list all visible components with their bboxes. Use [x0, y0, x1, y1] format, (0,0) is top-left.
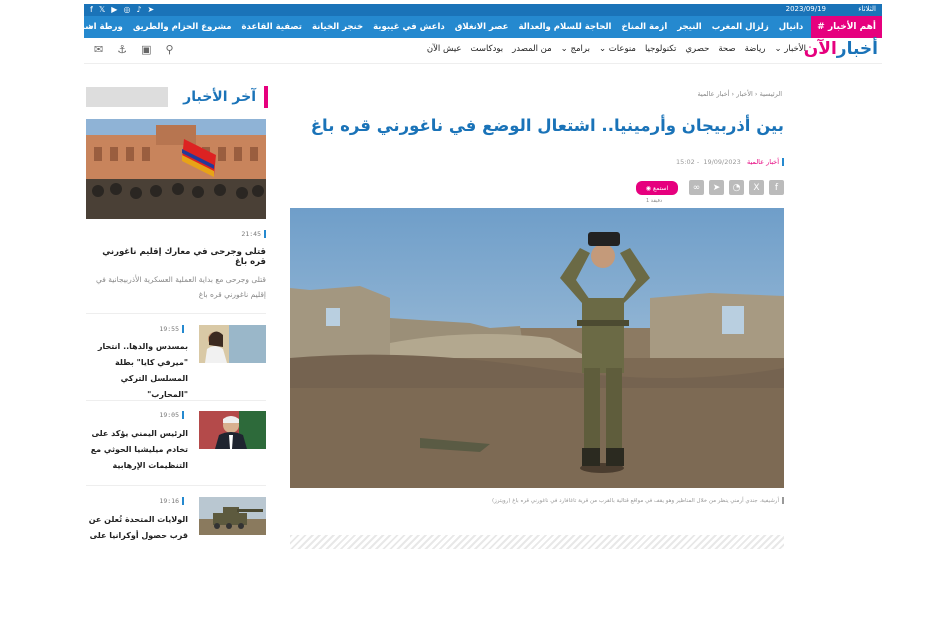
nav-item-podcast[interactable]: بودكاست [470, 44, 503, 54]
breadcrumb-world[interactable]: أخبار عالمية [697, 90, 729, 98]
top-bar: f 𝕏 ▶ ◎ ♪ ➤ 2023/09/19 الثلاثاء [84, 4, 882, 16]
news-item-time: 19:05 [130, 411, 184, 419]
breadcrumb-news[interactable]: الأخبار [736, 90, 753, 98]
main-nav: أخبارالآن الأخبار ⌄ رياضة صحة حصري تكنول… [84, 38, 882, 64]
listen-duration: 1 دقيقة [646, 198, 663, 204]
article-category[interactable]: أخبار عالمية [747, 158, 779, 166]
sidebar-ad-placeholder [86, 87, 168, 107]
whatsapp-share-icon[interactable]: ◔ [729, 180, 744, 195]
article-title: بين أذربيجان وأرمينيا.. اشتعال الوضع في … [310, 116, 784, 135]
trending-item[interactable]: خنجر الخيانة [312, 22, 363, 32]
featured-news-time: 21:45 [200, 230, 266, 238]
article-meta: أخبار عالمية 19/09/2023 - 15:02 [560, 158, 784, 166]
news-item-thumbnail[interactable] [199, 411, 266, 449]
divider [86, 485, 266, 486]
nav-item-tech[interactable]: تكنولوجيا [645, 44, 676, 54]
trending-bar: أهم الأخبار # دانيال زلزال المغرب النيجر… [84, 16, 882, 38]
nav-item-programs[interactable]: برامج ⌄ [561, 44, 590, 54]
trending-item[interactable]: النيجر [677, 22, 701, 32]
x-share-icon[interactable]: X [749, 180, 764, 195]
breadcrumb-separator: ‹ [754, 90, 758, 98]
trending-item[interactable]: أزمة المناخ [621, 22, 667, 32]
nav-item-misc[interactable]: منوعات ⌄ [599, 44, 636, 54]
nav-item-exclusive[interactable]: حصري [685, 44, 709, 54]
news-item-title[interactable]: الرئيس اليمني يؤكد على تخادم ميليشيا الح… [86, 426, 188, 474]
video-icon[interactable]: ▣ [141, 43, 151, 56]
news-item-thumbnail[interactable] [199, 325, 266, 363]
microphone-icon[interactable]: ⚓ [117, 43, 127, 56]
speaker-icon: ◉ [645, 184, 652, 192]
news-item-title[interactable]: الولايات المتحدة تُعلن عن قرب حصول أوكرا… [86, 512, 188, 544]
news-item-time: 19:55 [130, 325, 184, 333]
site-logo[interactable]: أخبارالآن [804, 39, 878, 59]
featured-news-excerpt: قتلى وجرحى مع بداية العملية العسكرية الأ… [96, 275, 266, 299]
copy-link-icon[interactable]: ∞ [689, 180, 704, 195]
nav-item-news[interactable]: الأخبار ⌄ [774, 44, 806, 54]
trending-item[interactable]: تصفية القاعدة [242, 22, 302, 32]
trending-item[interactable]: مشروع الحزام والطريق [133, 22, 232, 32]
facebook-icon[interactable]: f [90, 4, 93, 16]
mail-icon[interactable]: ✉ [94, 43, 103, 56]
nav-item-live-now[interactable]: عيش الآن [427, 44, 462, 54]
trending-item[interactable]: دانيال [779, 22, 804, 32]
news-item-time: 19:16 [130, 497, 184, 505]
sidebar-heading: آخر الأخبار [168, 86, 268, 108]
nav-icons: ✉ ⚓ ▣ ⚲ [94, 43, 174, 56]
facebook-share-icon[interactable]: f [769, 180, 784, 195]
news-item-thumbnail[interactable] [199, 497, 266, 535]
listen-button[interactable]: ◉ استمع [636, 181, 678, 195]
featured-news-title[interactable]: قتلى وجرحى في معارك إقليم ناغورني قره با… [86, 247, 266, 267]
trending-item[interactable]: زلزال المغرب [712, 22, 769, 32]
breadcrumb-home[interactable]: الرئيسية [760, 90, 782, 98]
nav-item-health[interactable]: صحة [718, 44, 735, 54]
article-date: 19/09/2023 [703, 158, 741, 166]
article-photo [290, 208, 784, 488]
trending-items: دانيال زلزال المغرب النيجر أزمة المناخ ا… [84, 22, 811, 32]
telegram-share-icon[interactable]: ➤ [709, 180, 724, 195]
nav-item-sports[interactable]: رياضة [745, 44, 766, 54]
instagram-icon[interactable]: ◎ [123, 4, 130, 16]
divider [86, 400, 266, 401]
ad-placeholder [290, 535, 784, 549]
divider [86, 313, 266, 314]
news-item-title[interactable]: بمسدس والدها.. انتحار "ميرفي كايا" بطلة … [86, 339, 188, 403]
tiktok-icon[interactable]: ♪ [136, 4, 141, 16]
trending-item[interactable]: عصر الانغلاق [455, 22, 509, 32]
ticker-next-icon[interactable]: ‹ [88, 20, 92, 33]
telegram-icon[interactable]: ➤ [148, 4, 155, 16]
trending-item[interactable]: داعش في غيبوبة [373, 22, 445, 32]
featured-news-image[interactable] [86, 119, 266, 219]
trending-item[interactable]: الحاجة للسلام والعدالة [518, 22, 611, 32]
current-day: الثلاثاء [858, 5, 876, 13]
current-date: 2023/09/19 [785, 5, 826, 13]
youtube-icon[interactable]: ▶ [111, 4, 117, 16]
search-icon[interactable]: ⚲ [166, 43, 174, 56]
social-links: f 𝕏 ▶ ◎ ♪ ➤ [90, 4, 154, 16]
breadcrumb: الرئيسية ‹ الأخبار ‹ أخبار عالمية [560, 90, 782, 98]
article-time: 15:02 [676, 158, 695, 166]
nav-item-from-source[interactable]: من المصدر [512, 44, 552, 54]
trending-badge[interactable]: أهم الأخبار # [811, 16, 882, 38]
nav-menu: الأخبار ⌄ رياضة صحة حصري تكنولوجيا منوعا… [427, 44, 806, 54]
photo-caption: أرشيفية. جندي أرمني ينظر من خلال المناظي… [290, 497, 784, 504]
x-icon[interactable]: 𝕏 [99, 4, 105, 16]
breadcrumb-separator: ‹ [731, 90, 735, 98]
